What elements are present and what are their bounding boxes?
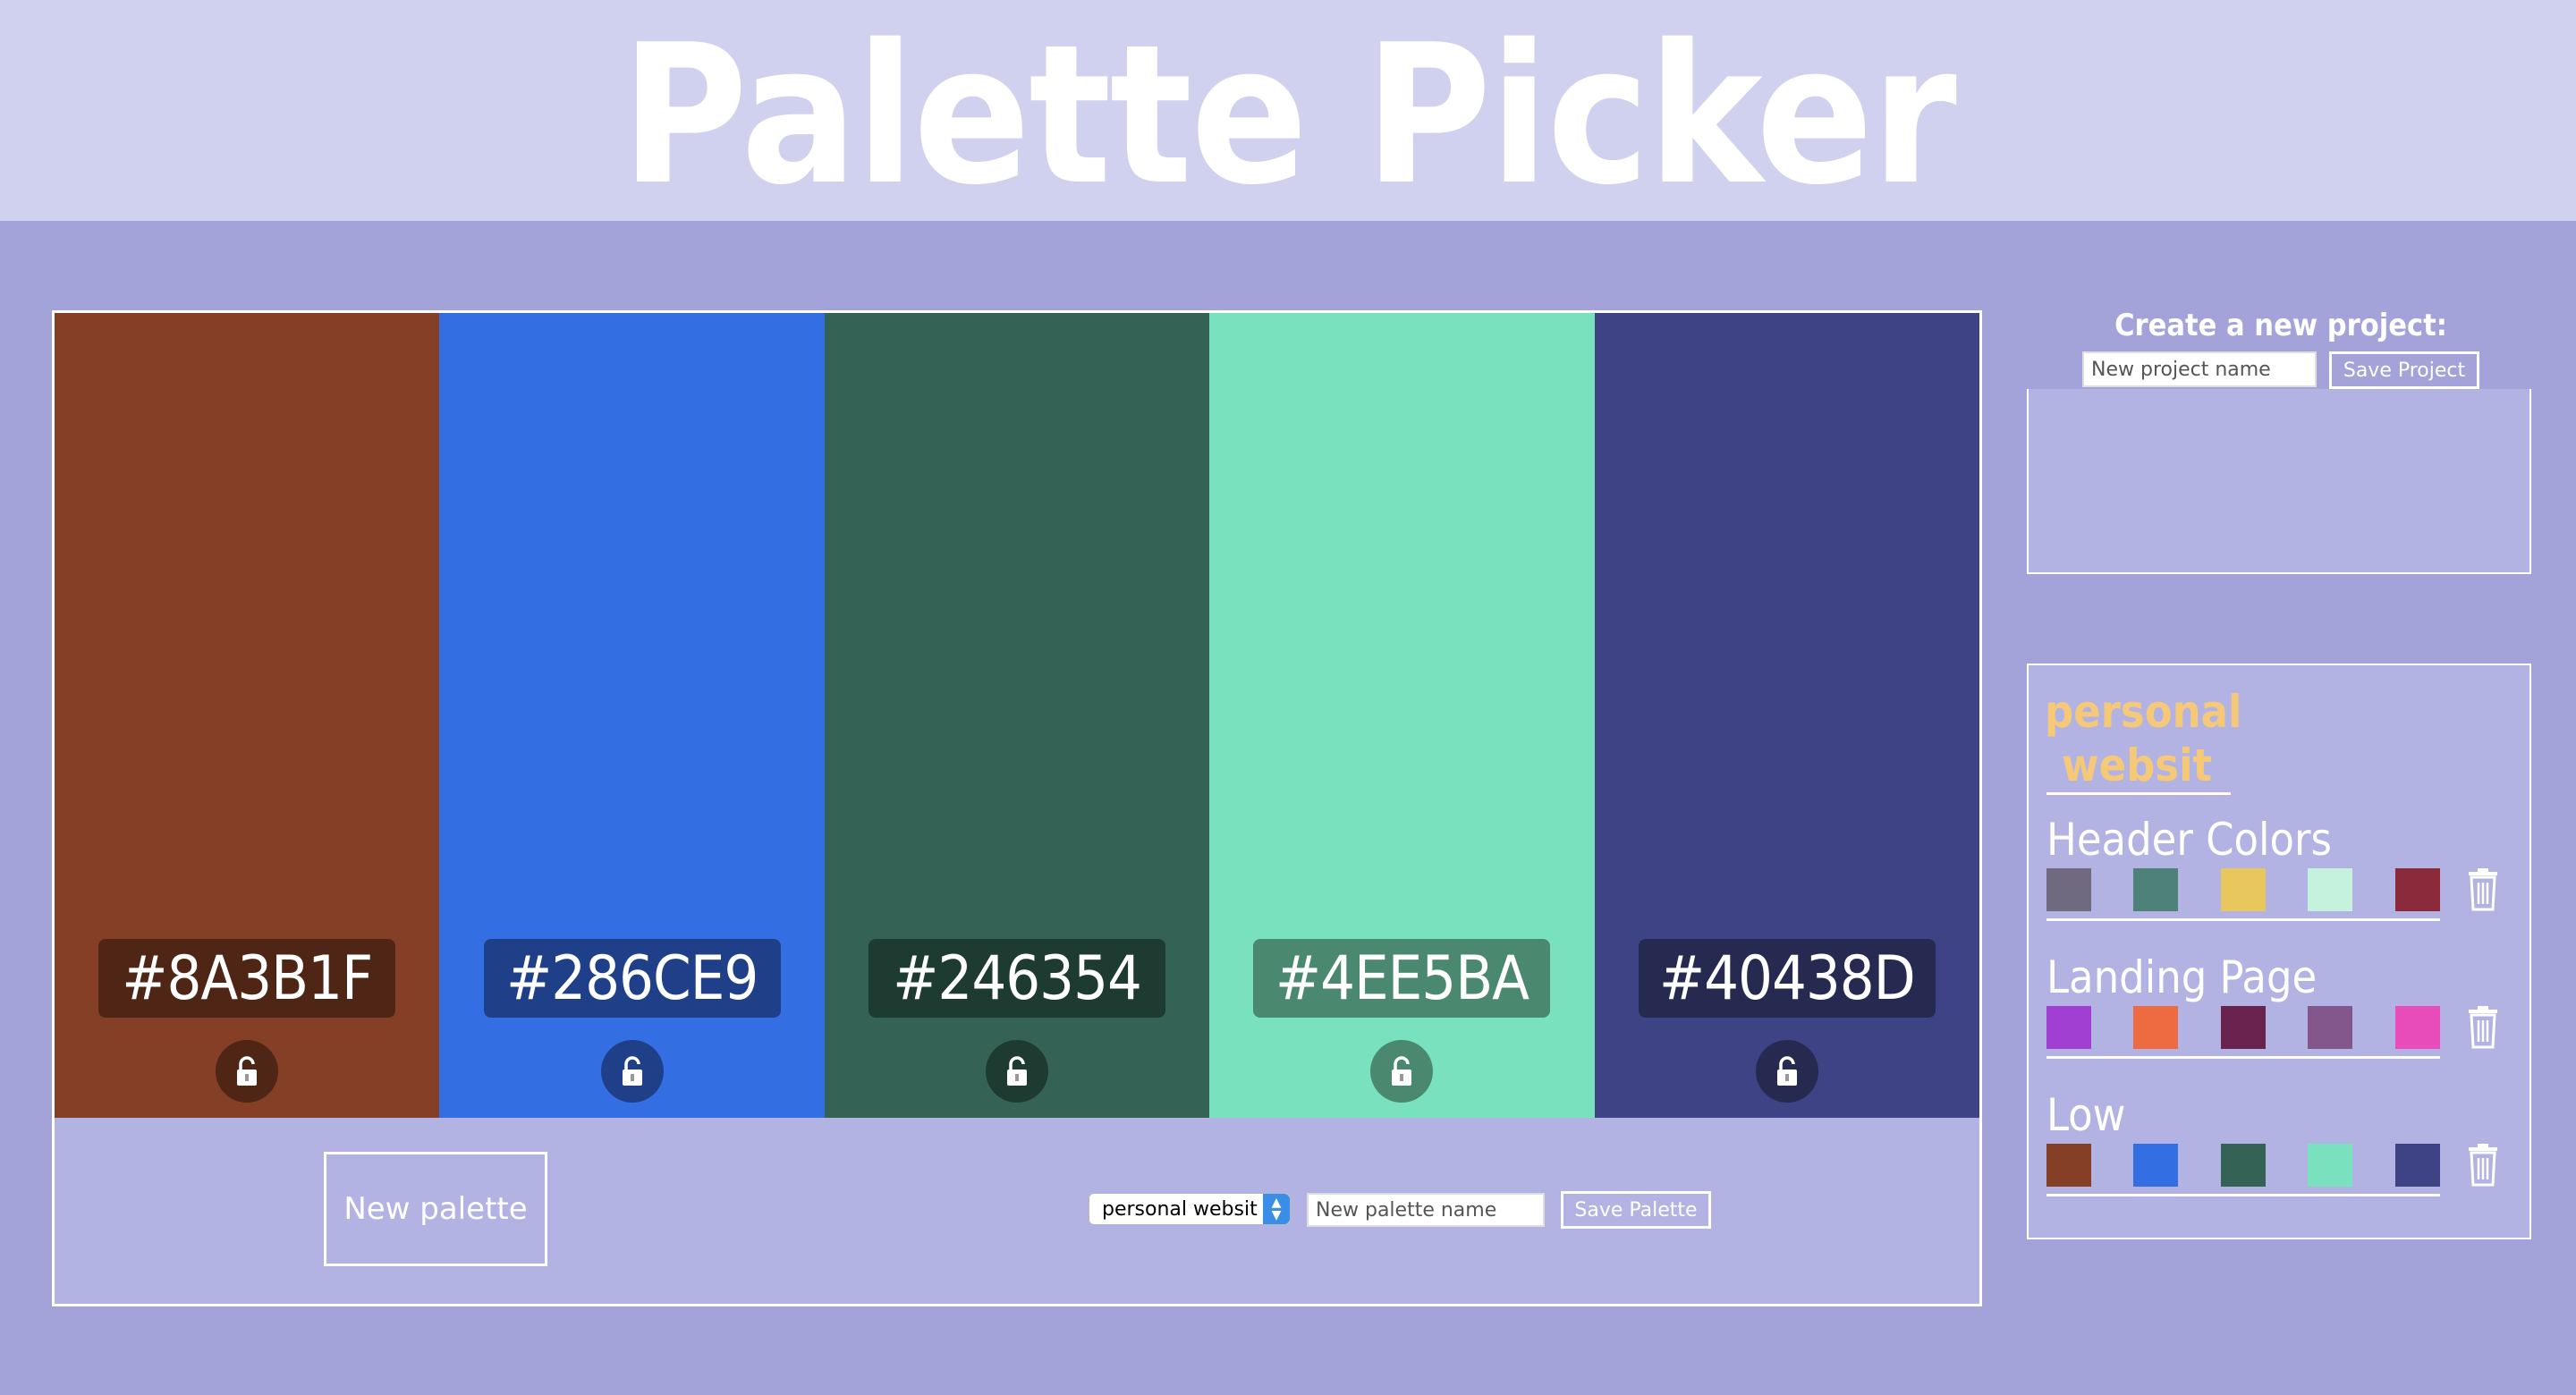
page-header: Palette Picker: [0, 0, 2576, 227]
swatch-strip: #8A3B1F #286CE9 #246354 #4EE5BA #40438D: [55, 313, 1980, 1118]
mini-swatch: [2308, 1006, 2352, 1049]
palette-divider: [2046, 1056, 2440, 1059]
palette-swatches: [2046, 1144, 2440, 1187]
palette-name: Low: [2046, 1089, 2126, 1141]
hex-code-label: #4EE5BA: [1253, 939, 1551, 1018]
mini-swatch: [2046, 1144, 2091, 1187]
lock-button[interactable]: [1370, 1040, 1434, 1103]
lock-button[interactable]: [600, 1040, 664, 1103]
new-palette-button[interactable]: New palette: [324, 1152, 547, 1266]
palette-divider: [2046, 1194, 2440, 1196]
palette-divider: [2046, 918, 2440, 921]
project-select[interactable]: personal websit ▲ ▼: [1089, 1193, 1291, 1225]
mini-swatch: [2133, 1144, 2178, 1187]
lock-button[interactable]: [986, 1040, 1049, 1103]
mini-swatch: [2395, 1006, 2440, 1049]
unlock-icon: [1392, 1056, 1412, 1086]
color-swatch[interactable]: #4EE5BA: [1209, 313, 1595, 1118]
palette-name: Landing Page: [2046, 951, 2318, 1003]
trash-icon[interactable]: [2467, 868, 2499, 911]
mini-swatch: [2046, 868, 2091, 911]
select-arrows-icon: ▲ ▼: [1263, 1194, 1290, 1224]
unlock-icon: [1776, 1056, 1797, 1086]
lock-button[interactable]: [1755, 1040, 1818, 1103]
saved-palette[interactable]: Header Colors: [2046, 813, 2503, 947]
mini-swatch: [2133, 868, 2178, 911]
project-name-input[interactable]: New project name: [2082, 351, 2317, 387]
palette-name-input[interactable]: New palette name: [1307, 1193, 1545, 1227]
page-title: Palette Picker: [621, 3, 1957, 227]
saved-projects-panel: personal websit Header Colors Landing Pa…: [2027, 664, 2531, 1239]
palette-swatches: [2046, 868, 2440, 911]
mini-swatch: [2046, 1006, 2091, 1049]
mini-swatch: [2395, 868, 2440, 911]
hex-code-label: #40438D: [1638, 939, 1936, 1018]
color-swatch[interactable]: #8A3B1F: [55, 313, 440, 1118]
color-swatch[interactable]: #246354: [824, 313, 1210, 1118]
mini-swatch: [2308, 1144, 2352, 1187]
project-select-value: personal websit: [1102, 1197, 1258, 1221]
mini-swatch: [2308, 868, 2352, 911]
palette-name: Header Colors: [2046, 814, 2332, 866]
hex-code-label: #286CE9: [483, 939, 781, 1018]
mini-swatch: [2133, 1006, 2178, 1049]
project-panel: [2027, 389, 2531, 574]
mini-swatch: [2221, 1006, 2266, 1049]
palette-swatches: [2046, 1006, 2440, 1049]
save-project-button[interactable]: Save Project: [2329, 351, 2479, 389]
trash-icon[interactable]: [2467, 1006, 2499, 1049]
lock-button[interactable]: [216, 1040, 279, 1103]
color-swatch[interactable]: #40438D: [1594, 313, 1980, 1118]
project-name[interactable]: personal websit: [2045, 685, 2241, 792]
create-project-heading: Create a new project:: [2114, 308, 2447, 343]
saved-palette[interactable]: Landing Page: [2046, 951, 2503, 1085]
saved-palette[interactable]: Low: [2046, 1088, 2503, 1222]
mini-swatch: [2221, 868, 2266, 911]
unlock-icon: [1007, 1056, 1028, 1086]
project-name-underline: [2046, 792, 2231, 795]
unlock-icon: [237, 1056, 258, 1086]
unlock-icon: [622, 1056, 642, 1086]
save-palette-button[interactable]: Save Palette: [1561, 1191, 1711, 1229]
hex-code-label: #8A3B1F: [98, 939, 396, 1018]
mini-swatch: [2221, 1144, 2266, 1187]
trash-icon[interactable]: [2467, 1144, 2499, 1187]
hex-code-label: #246354: [869, 939, 1166, 1018]
mini-swatch: [2395, 1144, 2440, 1187]
color-swatch[interactable]: #286CE9: [439, 313, 825, 1118]
